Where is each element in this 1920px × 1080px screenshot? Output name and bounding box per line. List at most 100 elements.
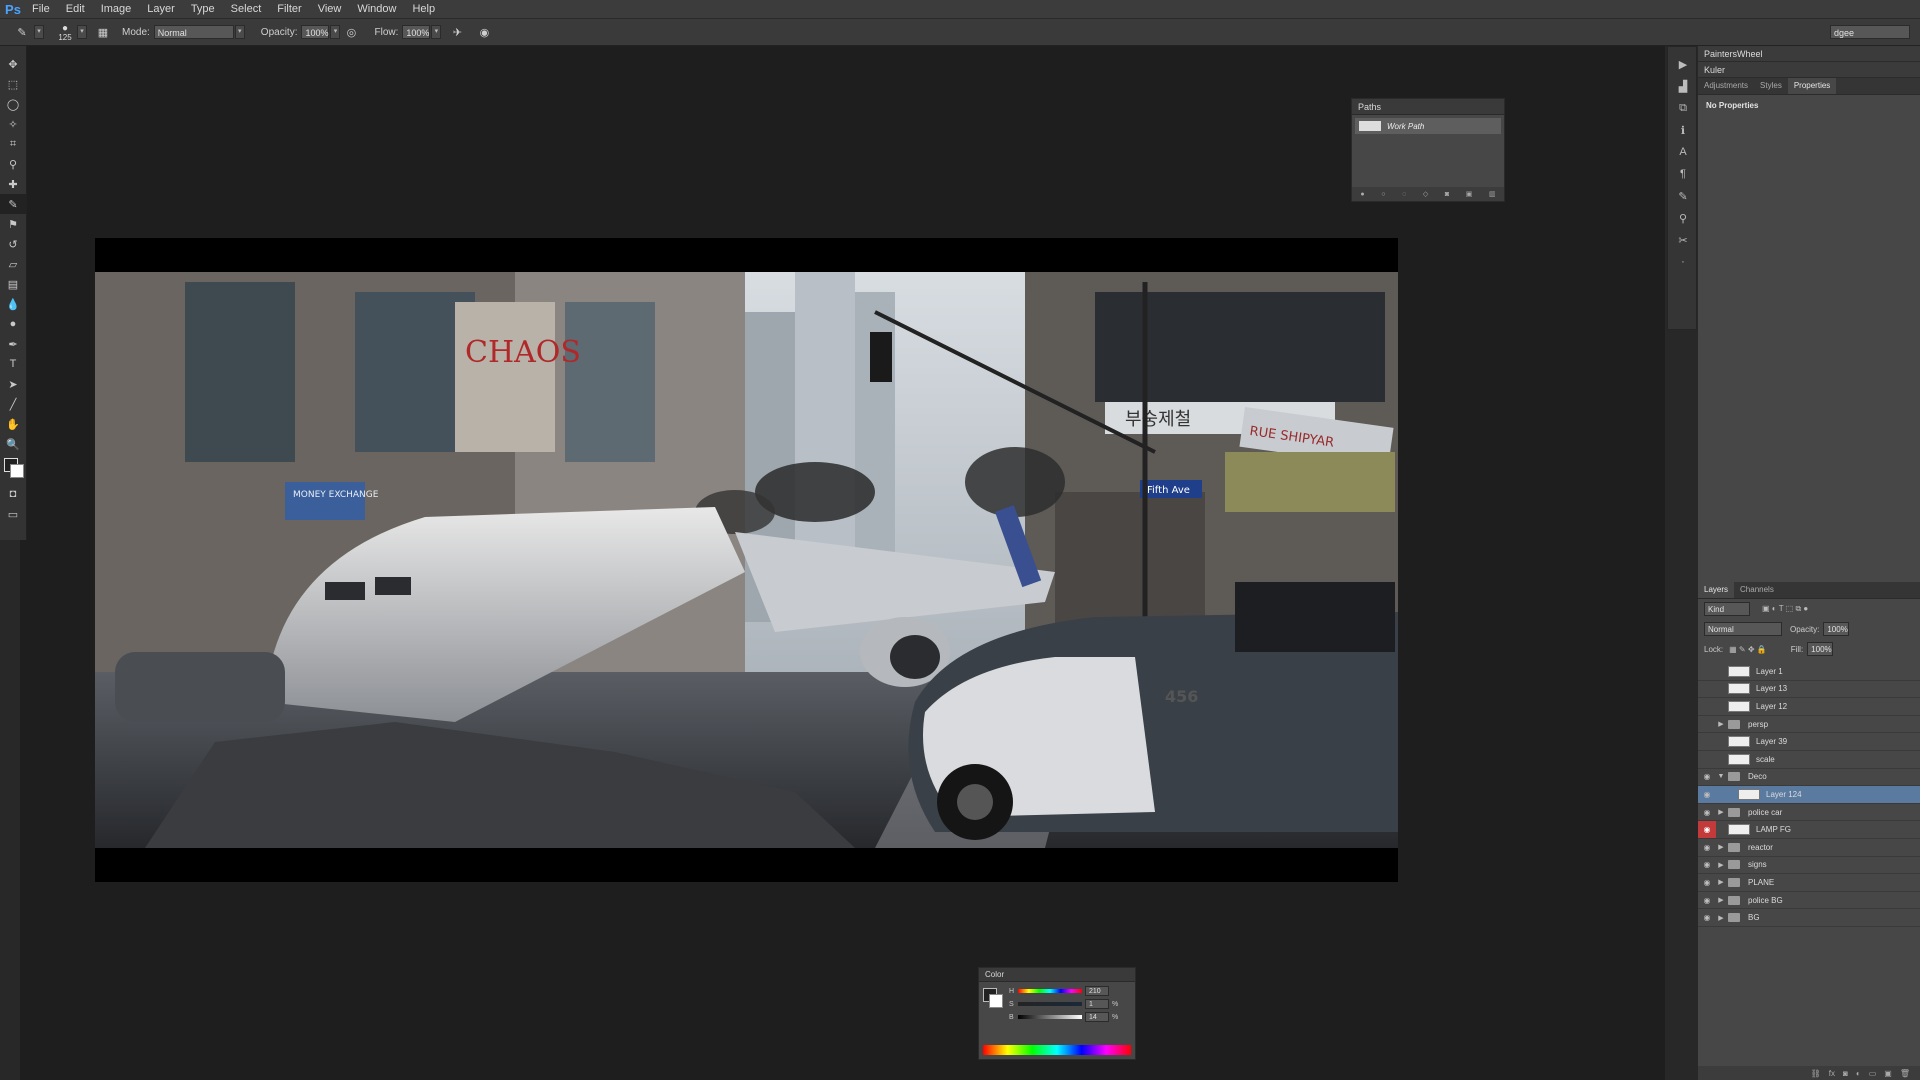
workspace-select[interactable]: dgee [1830, 25, 1910, 39]
tool-preset-dropdown[interactable]: ▾ [34, 25, 44, 39]
magic-wand-tool-icon[interactable]: ✧ [0, 114, 26, 134]
new-group-icon[interactable]: ▭ [1869, 1069, 1877, 1078]
crop-tool-icon[interactable]: ⌗ [0, 134, 26, 154]
zoom-tool-icon[interactable]: 🔍 [0, 434, 26, 454]
visibility-eye-icon[interactable] [1698, 698, 1716, 715]
brush-size-dropdown[interactable]: ▾ [77, 25, 87, 39]
background-color-swatch[interactable] [10, 464, 24, 478]
pen-tool-icon[interactable]: ✒ [0, 334, 26, 354]
filter-type-icons[interactable]: ▣ ◐ T ⬚ ⧉ ● [1762, 604, 1808, 614]
layer-row[interactable]: ◉ ▶ PLANE [1698, 874, 1920, 892]
path-selection-tool-icon[interactable]: ➤ [0, 374, 26, 394]
work-path-item[interactable]: Work Path [1355, 118, 1501, 134]
h-slider[interactable] [1018, 989, 1082, 993]
layer-blend-select[interactable]: Normal [1704, 622, 1782, 636]
fill-path-icon[interactable]: ● [1360, 191, 1364, 198]
canvas[interactable]: CHAOS MONEY EXCHANGE 부숭제철 RUE SHIPYAR Fi… [95, 238, 1398, 882]
visibility-eye-icon[interactable] [1698, 751, 1716, 768]
healing-brush-tool-icon[interactable]: ✚ [0, 174, 26, 194]
b-input[interactable]: 14 [1085, 1012, 1109, 1022]
kuler-panel[interactable]: Kuler [1698, 62, 1920, 78]
expand-triangle-icon[interactable]: ▶ [1716, 843, 1726, 851]
visibility-eye-icon[interactable] [1698, 663, 1716, 680]
flow-input[interactable]: 100% [402, 25, 431, 39]
layer-row[interactable]: ◉ ▶ police BG [1698, 892, 1920, 910]
layer-row[interactable]: ◉ ▶ police car [1698, 804, 1920, 822]
fill-input[interactable]: 100% [1807, 642, 1834, 656]
make-work-path-icon[interactable]: ◇ [1423, 190, 1428, 198]
play-action-icon[interactable]: ▶ [1668, 53, 1698, 75]
brush-tool-icon-active[interactable]: ✎ [0, 194, 26, 214]
visibility-eye-icon[interactable] [1698, 680, 1716, 697]
h-input[interactable]: 210 [1085, 986, 1109, 996]
visibility-eye-icon[interactable]: ◉ [1698, 804, 1716, 821]
layer-opacity-input[interactable]: 100% [1823, 622, 1850, 636]
tool-presets-icon[interactable]: ✂ [1668, 229, 1698, 251]
load-selection-icon[interactable]: ◌ [1402, 191, 1406, 198]
menu-image[interactable]: Image [93, 0, 140, 18]
menu-help[interactable]: Help [404, 0, 443, 18]
menu-file[interactable]: File [24, 0, 58, 18]
history-brush-tool-icon[interactable]: ↺ [0, 234, 26, 254]
history-icon[interactable]: ⧉ [1668, 97, 1698, 119]
screen-mode-icon[interactable]: ▭ [0, 504, 26, 524]
menu-window[interactable]: Window [349, 0, 404, 18]
expand-triangle-icon[interactable]: ▶ [1716, 720, 1726, 728]
layer-row[interactable]: ◉ ▶ BG [1698, 909, 1920, 927]
visibility-eye-icon[interactable]: ◉ [1698, 768, 1716, 785]
flow-dropdown[interactable]: ▾ [431, 25, 442, 39]
color-swatches[interactable] [0, 454, 26, 484]
stroke-path-icon[interactable]: ○ [1381, 191, 1385, 198]
link-layers-icon[interactable]: ⛓ [1811, 1069, 1821, 1078]
opacity-input[interactable]: 100% [301, 25, 330, 39]
layer-filter-select[interactable]: Kind [1704, 602, 1750, 616]
layer-row[interactable]: ◉ ▶ signs [1698, 857, 1920, 875]
tab-channels[interactable]: Channels [1734, 582, 1780, 598]
expand-triangle-icon[interactable]: ▶ [1716, 861, 1726, 869]
delete-layer-icon[interactable]: 🗑 [1900, 1069, 1910, 1078]
visibility-eye-icon[interactable]: ◉ [1698, 821, 1716, 839]
delete-path-icon[interactable]: ▥ [1489, 190, 1496, 198]
visibility-eye-icon[interactable]: ◉ [1698, 909, 1716, 926]
eyedropper-tool-icon[interactable]: ⚲ [0, 154, 26, 174]
type-tool-icon[interactable]: T [0, 354, 26, 374]
visibility-eye-icon[interactable]: ◉ [1698, 856, 1716, 873]
quick-mask-icon[interactable]: ◘ [0, 484, 26, 504]
menu-type[interactable]: Type [183, 0, 223, 18]
layer-row[interactable]: ◉ LAMP FG [1698, 821, 1920, 839]
layer-row[interactable]: ◉ ▼ Deco [1698, 769, 1920, 787]
layer-style-icon[interactable]: fx [1829, 1069, 1835, 1078]
menu-layer[interactable]: Layer [139, 0, 183, 18]
line-tool-icon[interactable]: ╱ [0, 394, 26, 414]
visibility-eye-icon[interactable]: ◉ [1698, 874, 1716, 891]
brush-preset-picker[interactable]: ● 125 [54, 21, 76, 43]
histogram-icon[interactable]: ▟ [1668, 75, 1698, 97]
mode-dropdown[interactable]: ▾ [234, 25, 245, 39]
lock-icons[interactable]: ▦ ✎ ✥ 🔒 [1729, 645, 1767, 654]
adjustment-layer-icon[interactable]: ◐ [1856, 1069, 1861, 1078]
s-input[interactable]: 1 [1085, 999, 1109, 1009]
tab-styles[interactable]: Styles [1754, 78, 1788, 94]
layer-row[interactable]: Layer 13 [1698, 681, 1920, 699]
mode-select[interactable]: Normal [153, 25, 234, 39]
expand-triangle-icon[interactable]: ▼ [1716, 773, 1726, 780]
color-spectrum-ramp[interactable] [983, 1045, 1131, 1055]
layer-row[interactable]: Layer 12 [1698, 698, 1920, 716]
new-layer-icon[interactable]: ▣ [1884, 1069, 1892, 1078]
new-path-icon[interactable]: ▣ [1466, 190, 1473, 198]
menu-view[interactable]: View [310, 0, 350, 18]
tab-properties[interactable]: Properties [1787, 78, 1837, 94]
layer-row[interactable]: Layer 1 [1698, 663, 1920, 681]
visibility-eye-icon[interactable]: ◉ [1698, 786, 1716, 803]
clone-stamp-tool-icon[interactable]: ⚑ [0, 214, 26, 234]
menu-filter[interactable]: Filter [269, 0, 309, 18]
painterswheel-panel[interactable]: PaintersWheel [1698, 46, 1920, 62]
layer-row[interactable]: Layer 39 [1698, 733, 1920, 751]
brush-panel-toggle-icon[interactable]: ▦ [95, 24, 111, 40]
marquee-tool-icon[interactable]: ⬚ [0, 74, 26, 94]
pressure-size-icon[interactable]: ◉ [476, 24, 492, 40]
menu-select[interactable]: Select [223, 0, 270, 18]
visibility-eye-icon[interactable]: ◉ [1698, 892, 1716, 909]
info-icon[interactable]: ℹ [1668, 119, 1698, 141]
brush-presets-icon[interactable]: ✎ [1668, 185, 1698, 207]
